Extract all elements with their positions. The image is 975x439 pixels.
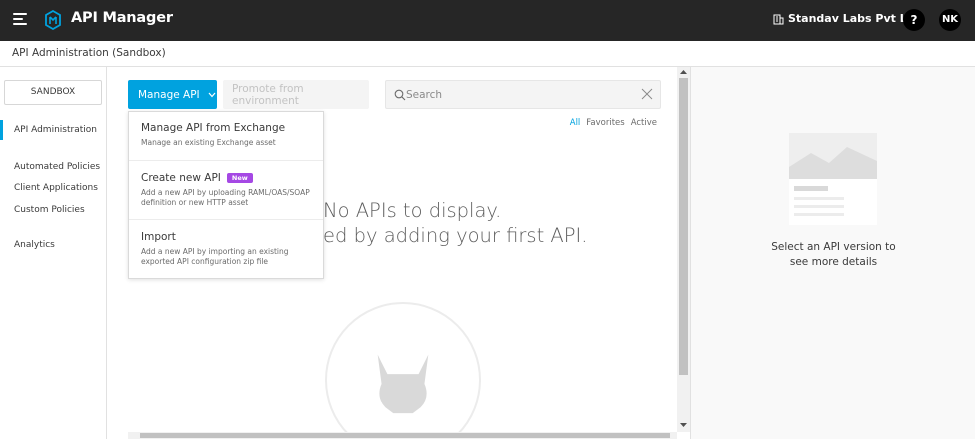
filter-favorites[interactable]: Favorites [586,118,624,128]
search-icon [394,89,406,101]
detail-placeholder-label: Select an API version to see more detail… [771,241,896,268]
scroll-down-icon[interactable] [680,422,687,428]
filter-links: All Favorites Active [570,118,657,128]
manage-api-dropdown: Manage API from Exchange Manage an exist… [128,111,324,279]
sidebar-item-api-administration[interactable]: API Administration [14,125,97,135]
detail-placeholder-text: Select an API version to see more detail… [691,240,975,270]
manage-api-label: Manage API [138,88,200,101]
dropdown-item-manage-from-exchange[interactable]: Manage API from Exchange Manage an exist… [129,122,323,148]
app-title: API Manager [71,10,173,26]
top-navigation-bar: API Manager Standav Labs Pvt Ltd ? NK [0,0,975,41]
organization-name: Standav Labs Pvt Ltd [788,12,920,25]
dropdown-item-title: Create new API [141,172,221,184]
hamburger-icon[interactable] [13,12,29,26]
sidebar: SANDBOX API Administration Automated Pol… [0,67,107,439]
dropdown-item-import[interactable]: Import Add a new API by importing an exi… [129,231,323,267]
scroll-up-icon[interactable] [680,69,687,75]
mascot-icon [377,354,429,414]
sidebar-item-client-applications[interactable]: Client Applications [14,183,98,193]
empty-state-line-1: No APIs to display. [323,199,502,222]
dropdown-item-description: Add a new API by importing an existing e… [141,247,289,266]
empty-state-line-2: ed by adding your first API. [323,224,588,247]
dropdown-item-description: Manage an existing Exchange asset [141,138,276,147]
search-input[interactable] [406,87,636,103]
divider [129,219,323,220]
close-icon[interactable] [641,88,653,100]
dropdown-item-description: Add a new API by uploading RAML/OAS/SOAP… [141,188,310,207]
dropdown-item-title: Import [141,231,176,243]
breadcrumb: API Administration (Sandbox) [12,47,166,59]
organization-switcher[interactable]: Standav Labs Pvt Ltd [773,12,920,25]
scroll-thumb[interactable] [679,78,688,375]
main-content: Manage API Promote from environment All … [107,67,690,439]
help-button[interactable]: ? [903,9,925,31]
empty-state-illustration [325,302,481,439]
filter-all[interactable]: All [570,118,581,128]
user-avatar[interactable]: NK [939,9,961,31]
divider [129,160,323,161]
dropdown-item-create-new-api[interactable]: Create new API New Add a new API by uplo… [129,172,323,208]
environment-button[interactable]: SANDBOX [4,80,102,105]
mulesoft-logo-icon [45,10,61,30]
breadcrumb-bar: API Administration (Sandbox) [0,41,975,67]
horizontal-scrollbar[interactable] [128,432,677,439]
dropdown-item-title: Manage API from Exchange [141,122,286,134]
vertical-scrollbar[interactable] [677,67,690,432]
manage-api-button[interactable]: Manage API [128,80,217,109]
scroll-thumb[interactable] [140,433,670,438]
new-badge: New [226,173,253,183]
chevron-down-icon [208,92,216,97]
active-indicator [0,120,3,140]
filter-active[interactable]: Active [631,118,657,128]
search-box [385,80,661,109]
document-chart-icon [789,133,877,225]
sidebar-item-analytics[interactable]: Analytics [14,240,55,250]
detail-panel: Select an API version to see more detail… [690,67,975,439]
promote-from-environment-button[interactable]: Promote from environment [223,80,369,109]
building-icon [773,14,784,24]
sidebar-item-custom-policies[interactable]: Custom Policies [14,205,85,215]
sidebar-item-automated-policies[interactable]: Automated Policies [14,162,100,172]
